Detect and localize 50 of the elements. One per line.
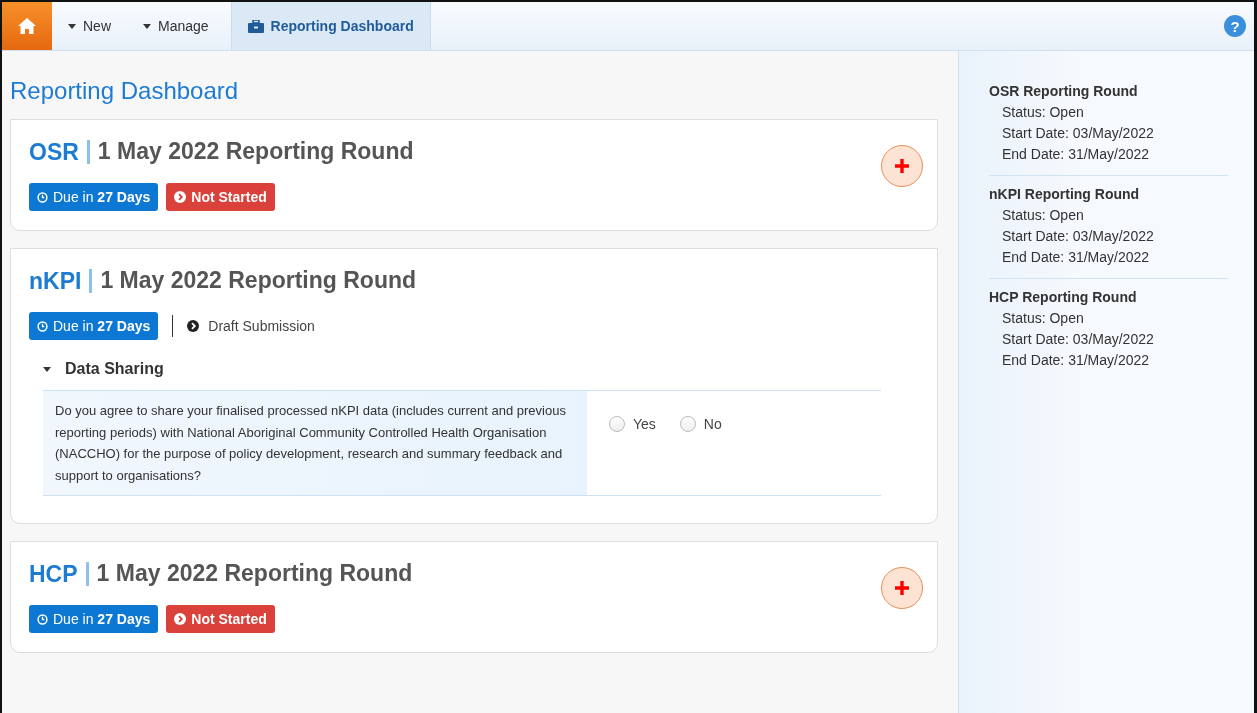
round-code: nKPI (29, 268, 93, 293)
round-summary-line: Start Date: 03/May/2022 (1001, 124, 1155, 143)
due-text: Due in 27 Days (53, 611, 151, 627)
add-button[interactable] (881, 145, 923, 187)
round-summary-line: End Date: 31/May/2022 (1001, 351, 1151, 370)
radio-button[interactable] (609, 416, 625, 432)
round-summary-title: HCP Reporting Round (989, 289, 1138, 305)
round-title: 1 May 2022 Reporting Round (100, 267, 417, 294)
round-title: 1 May 2022 Reporting Round (97, 138, 414, 165)
chevron-circle-icon (187, 320, 200, 332)
menu-button[interactable]: Manage (127, 2, 225, 50)
briefcase-icon (247, 19, 264, 33)
round-summary-line: Start Date: 03/May/2022 (1001, 227, 1155, 246)
round-summary-line: Status: Open (1001, 206, 1085, 225)
caret-icon (68, 23, 76, 29)
radio-option[interactable]: Yes (609, 416, 656, 432)
status-text: Not Started (191, 189, 267, 205)
chevron-circle-icon (174, 613, 187, 625)
clock-icon (37, 613, 48, 625)
round-code: HCP (29, 561, 89, 586)
page-title: Reporting Dashboard (10, 77, 240, 105)
clock-icon (37, 320, 48, 332)
clock-icon (37, 191, 48, 203)
section-toggle[interactable]: Data Sharing (43, 356, 164, 390)
due-text: Due in 27 Days (53, 189, 151, 205)
home-icon (17, 17, 37, 35)
due-text: Due in 27 Days (53, 318, 151, 334)
round-summary-line: End Date: 31/May/2022 (1001, 248, 1151, 267)
question-text: Do you agree to share your finalised processed nKPI data (includes current and previous reporting periods) with National Aboriginal Community Controlled Health Organisation (NACCHO) for the purpose of policy development, research and summary feedback and support to organisations? (43, 391, 587, 495)
chevron-circle-icon (174, 191, 187, 203)
caret-icon (43, 366, 51, 372)
menu-button[interactable]: New (52, 2, 127, 50)
round-summary-line: Status: Open (1001, 309, 1085, 328)
round-summary-line: Status: Open (1001, 103, 1085, 122)
round-summary-line: Start Date: 03/May/2022 (1001, 330, 1155, 349)
status-text: Draft Submission (208, 318, 315, 334)
add-button[interactable] (881, 567, 923, 609)
radio-option[interactable]: No (679, 416, 722, 432)
home-button[interactable] (2, 2, 52, 50)
round-title: 1 May 2022 Reporting Round (96, 560, 413, 587)
round-summary-line: End Date: 31/May/2022 (1001, 145, 1151, 164)
caret-icon (143, 23, 151, 29)
round-summary-title: nKPI Reporting Round (989, 186, 1141, 202)
round-code: OSR (29, 139, 90, 164)
plus-icon (895, 581, 909, 595)
plus-icon (895, 159, 909, 173)
round-summary-title: OSR Reporting Round (989, 83, 1139, 99)
radio-button[interactable] (679, 416, 696, 432)
status-text: Not Started (191, 611, 267, 627)
nav-tab[interactable]: Reporting Dashboard (230, 2, 431, 50)
